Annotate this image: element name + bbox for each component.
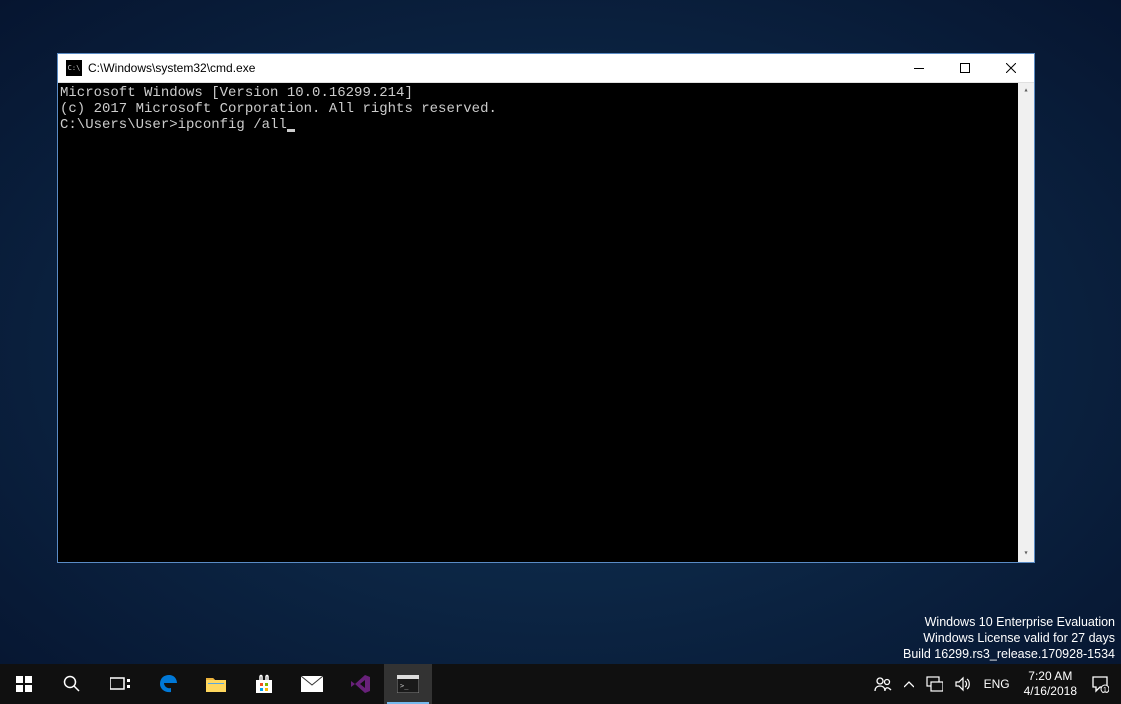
- watermark-line: Build 16299.rs3_release.170928-1534: [903, 646, 1115, 662]
- cmd-prompt: C:\Users\User>: [60, 117, 178, 133]
- cmd-command: ipconfig /all: [178, 117, 287, 133]
- minimize-icon: [914, 68, 924, 69]
- search-icon: [63, 675, 81, 693]
- taskview-button[interactable]: [96, 664, 144, 704]
- chevron-up-icon: [904, 681, 914, 688]
- language-label: ENG: [984, 677, 1010, 691]
- taskbar-left: >_: [0, 664, 432, 704]
- network-button[interactable]: [920, 664, 949, 704]
- cursor-icon: [287, 129, 295, 132]
- cmd-output-line: Microsoft Windows [Version 10.0.16299.21…: [60, 85, 1034, 101]
- visualstudio-button[interactable]: [336, 664, 384, 704]
- taskview-icon: [110, 676, 130, 692]
- cmd-prompt-line: C:\Users\User>ipconfig /all: [60, 117, 1034, 133]
- taskbar: >_: [0, 664, 1121, 704]
- cmd-taskbar-icon: >_: [397, 675, 419, 693]
- close-icon: [1006, 63, 1016, 73]
- clock-date: 4/16/2018: [1024, 684, 1077, 699]
- titlebar[interactable]: C:\ C:\Windows\system32\cmd.exe: [58, 54, 1034, 83]
- network-icon: [926, 676, 943, 692]
- clock-button[interactable]: 7:20 AM 4/16/2018: [1016, 664, 1085, 704]
- activation-watermark: Windows 10 Enterprise Evaluation Windows…: [903, 614, 1115, 662]
- window-controls: [896, 54, 1034, 82]
- cmd-app-icon: C:\: [66, 60, 82, 76]
- svg-text:1: 1: [1103, 687, 1107, 693]
- minimize-button[interactable]: [896, 54, 942, 82]
- scrollbar[interactable]: ▴ ▾: [1018, 83, 1034, 562]
- explorer-button[interactable]: [192, 664, 240, 704]
- store-icon: [253, 673, 275, 695]
- cmd-window: C:\ C:\Windows\system32\cmd.exe Microsof…: [57, 53, 1035, 563]
- edge-icon: [156, 672, 180, 696]
- maximize-button[interactable]: [942, 54, 988, 82]
- svg-text:>_: >_: [400, 682, 409, 690]
- volume-icon: [955, 676, 972, 692]
- action-center-icon: 1: [1091, 675, 1109, 693]
- volume-button[interactable]: [949, 664, 978, 704]
- people-icon: [874, 675, 892, 693]
- store-button[interactable]: [240, 664, 288, 704]
- search-button[interactable]: [48, 664, 96, 704]
- watermark-line: Windows 10 Enterprise Evaluation: [903, 614, 1115, 630]
- close-button[interactable]: [988, 54, 1034, 82]
- folder-icon: [205, 675, 227, 693]
- taskbar-right: ENG 7:20 AM 4/16/2018 1: [868, 664, 1121, 704]
- tray-chevron-button[interactable]: [898, 664, 920, 704]
- action-center-button[interactable]: 1: [1085, 664, 1115, 704]
- titlebar-title: C:\Windows\system32\cmd.exe: [88, 61, 896, 75]
- cmd-terminal-body[interactable]: Microsoft Windows [Version 10.0.16299.21…: [58, 83, 1034, 562]
- show-desktop-button[interactable]: [1115, 664, 1121, 704]
- cmd-output-line: (c) 2017 Microsoft Corporation. All righ…: [60, 101, 1034, 117]
- language-button[interactable]: ENG: [978, 664, 1016, 704]
- mail-icon: [300, 675, 324, 693]
- maximize-icon: [960, 63, 970, 73]
- visualstudio-icon: [349, 673, 371, 695]
- edge-button[interactable]: [144, 664, 192, 704]
- clock-time: 7:20 AM: [1028, 669, 1072, 684]
- mail-button[interactable]: [288, 664, 336, 704]
- people-button[interactable]: [868, 664, 898, 704]
- scroll-down-button[interactable]: ▾: [1018, 546, 1034, 562]
- cmd-taskbar-button[interactable]: >_: [384, 664, 432, 704]
- scroll-up-button[interactable]: ▴: [1018, 83, 1034, 99]
- watermark-line: Windows License valid for 27 days: [903, 630, 1115, 646]
- windows-icon: [16, 676, 32, 692]
- start-button[interactable]: [0, 664, 48, 704]
